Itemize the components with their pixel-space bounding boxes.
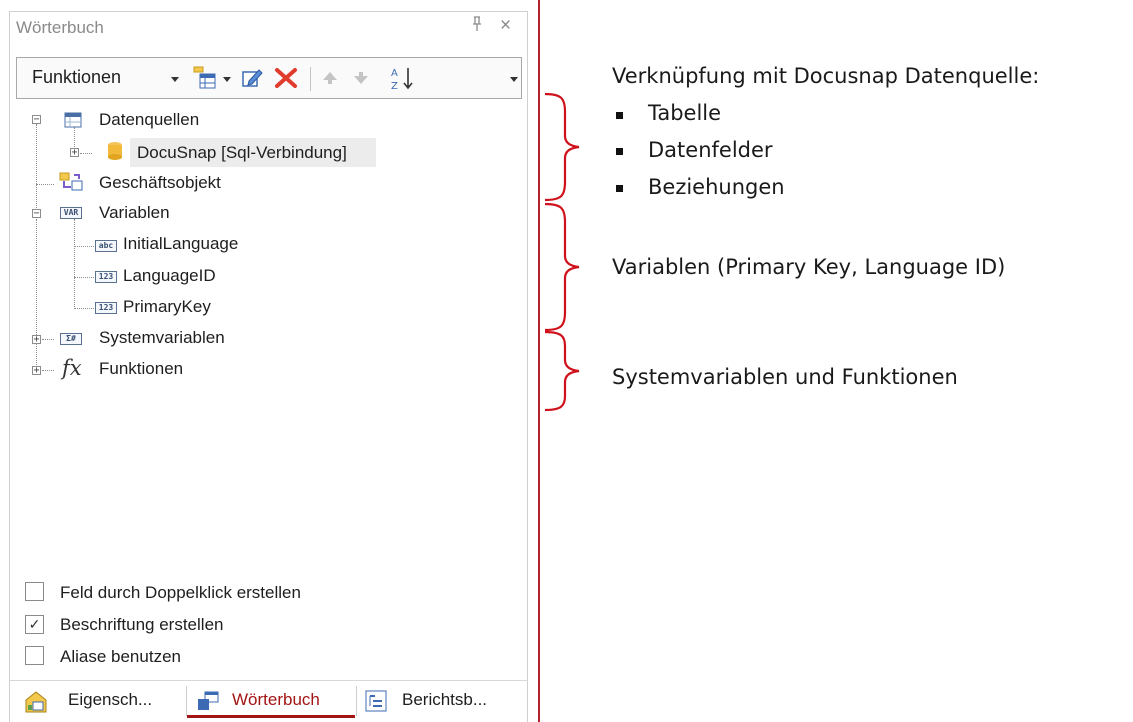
toolbar: Funktionen A Z	[16, 57, 522, 99]
functions-dropdown-icon[interactable]	[171, 77, 179, 82]
system-variables-icon: Σ#	[60, 333, 82, 345]
tree-connector	[80, 153, 92, 154]
tab-label: Eigensch...	[68, 690, 153, 709]
tree-item-variable[interactable]: PrimaryKey	[123, 297, 211, 317]
annotation-bullet: Datenfelder	[648, 138, 773, 162]
tree-item-variables[interactable]: Variablen	[99, 203, 170, 223]
active-tab-indicator	[187, 715, 355, 718]
brace-datasource	[544, 92, 580, 202]
toolbar-separator	[310, 67, 311, 91]
functions-menu-button[interactable]: Funktionen	[32, 67, 121, 88]
move-down-icon[interactable]	[352, 70, 370, 91]
tree-connector	[74, 277, 94, 278]
sort-icon[interactable]: A Z	[389, 64, 417, 97]
expand-icon[interactable]: +	[70, 148, 79, 158]
number-variable-icon: 123	[95, 271, 117, 283]
function-icon: fx	[62, 356, 82, 380]
tab-report-tree[interactable]: Berichtsb...	[357, 684, 525, 718]
annotation-system-variables: Systemvariablen und Funktionen	[612, 365, 958, 389]
tab-dictionary[interactable]: Wörterbuch	[187, 684, 355, 718]
bullet-marker	[616, 185, 623, 192]
tab-properties[interactable]: Eigensch...	[16, 684, 186, 718]
tree-item-functions[interactable]: Funktionen	[99, 359, 183, 379]
tree-connector	[36, 184, 54, 185]
tabs-divider	[9, 680, 528, 681]
tree-item-datasources[interactable]: Datenquellen	[99, 110, 199, 130]
new-item-icon[interactable]	[193, 66, 217, 95]
option-checkbox[interactable]	[25, 646, 44, 665]
tree-connector	[42, 339, 54, 340]
tree-connector	[36, 124, 37, 214]
annotation-variables: Variablen (Primary Key, Language ID)	[612, 255, 1006, 279]
option-checkbox[interactable]: ✓	[25, 615, 44, 634]
divider-line	[538, 0, 540, 722]
brace-system-variables	[544, 330, 580, 412]
svg-text:A: A	[391, 68, 398, 79]
collapse-icon[interactable]: −	[32, 209, 41, 219]
datasource-table-icon	[64, 112, 82, 133]
tree-item-variable[interactable]: InitialLanguage	[123, 234, 238, 254]
report-tree-icon	[365, 690, 387, 717]
edit-icon[interactable]	[241, 67, 263, 94]
option-label: Feld durch Doppelklick erstellen	[60, 583, 301, 602]
tree-connector	[74, 308, 94, 309]
business-object-icon	[58, 171, 84, 198]
properties-icon	[24, 688, 50, 719]
tree-connector	[74, 219, 75, 309]
variables-icon: VAR	[60, 207, 82, 219]
bullet-marker	[616, 112, 623, 119]
delete-icon[interactable]	[274, 66, 298, 95]
tree-item-system-variables[interactable]: Systemvariablen	[99, 328, 225, 348]
string-variable-icon: abc	[95, 240, 117, 252]
tab-label: Berichtsb...	[402, 690, 488, 709]
tree-item-docusnap[interactable]: DocuSnap [Sql-Verbindung]	[137, 143, 347, 163]
collapse-icon[interactable]: −	[32, 115, 41, 125]
annotation-bullet: Tabelle	[648, 101, 722, 125]
tree-connector	[74, 246, 94, 247]
tree-connector	[36, 219, 37, 369]
tree-item-variable[interactable]: LanguageID	[123, 266, 216, 286]
move-up-icon[interactable]	[321, 70, 339, 91]
panel-title: Wörterbuch	[16, 18, 104, 37]
option-label: Beschriftung erstellen	[60, 615, 224, 634]
database-icon	[107, 141, 123, 166]
option-checkbox[interactable]	[25, 582, 44, 601]
bullet-marker	[616, 148, 623, 155]
svg-text:Z: Z	[391, 81, 398, 92]
close-icon[interactable]: ×	[500, 16, 511, 36]
sort-dropdown-icon[interactable]	[510, 77, 518, 82]
expand-icon[interactable]: +	[32, 366, 41, 376]
number-variable-icon: 123	[95, 302, 117, 314]
expand-icon[interactable]: +	[32, 335, 41, 345]
tree-item-business-object[interactable]: Geschäftsobjekt	[99, 173, 221, 193]
option-label: Aliase benutzen	[60, 647, 181, 666]
tab-label: Wörterbuch	[232, 690, 320, 709]
pin-icon[interactable]	[471, 16, 483, 37]
new-item-dropdown-icon[interactable]	[223, 77, 231, 82]
tree-connector	[42, 370, 54, 371]
dictionary-icon	[197, 691, 219, 716]
annotation-heading: Verknüpfung mit Docusnap Datenquelle:	[612, 64, 1040, 88]
brace-variables	[544, 202, 580, 332]
annotation-bullet: Beziehungen	[648, 175, 785, 199]
